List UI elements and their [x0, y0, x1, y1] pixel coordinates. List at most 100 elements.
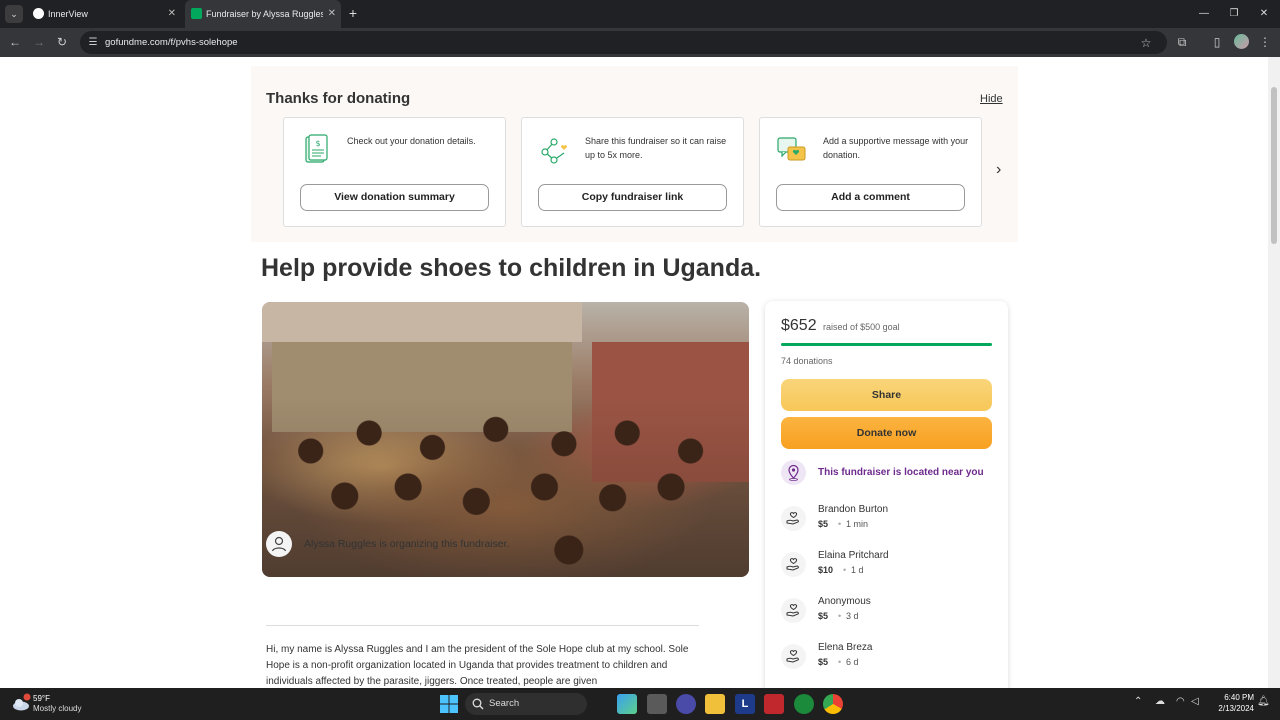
donor-amount: $5 — [818, 657, 829, 667]
reload-icon[interactable]: ↻ — [54, 34, 70, 50]
donor-item: Brandon Burton $5 • 1 min — [781, 504, 992, 536]
share-button[interactable]: Share — [781, 379, 992, 411]
search-icon — [472, 698, 484, 710]
location-pin-icon — [781, 460, 806, 485]
thanks-title: Thanks for donating — [266, 90, 411, 107]
windows-start-icon[interactable] — [439, 694, 459, 714]
donate-now-button[interactable]: Donate now — [781, 417, 992, 449]
task-view-icon[interactable] — [647, 694, 667, 714]
separator-dot: • — [838, 657, 842, 667]
tab-title: InnerView — [48, 9, 88, 19]
volume-icon[interactable]: ◁ — [1191, 696, 1199, 707]
raised-summary: $652 raised of $500 goal — [781, 317, 900, 335]
donor-item: Anonymous $5 • 3 d — [781, 596, 992, 628]
menu-kebab-icon[interactable]: ⋮ — [1257, 34, 1273, 50]
taskbar-search[interactable]: Search — [465, 693, 587, 715]
site-info-icon[interactable]: ☰ — [85, 35, 101, 51]
bookmark-star-icon[interactable]: ☆ — [1138, 35, 1154, 51]
donor-amount: $5 — [818, 611, 829, 621]
person-icon — [266, 531, 292, 557]
tab-innerview[interactable]: InnerView ✕ — [27, 0, 181, 28]
url-text: gofundme.com/f/pvhs-solehope — [105, 37, 238, 48]
donation-sidebar: $652 raised of $500 goal 74 donations Sh… — [765, 301, 1008, 688]
card-text: Check out your donation details. — [347, 136, 476, 146]
donation-hand-icon — [781, 506, 806, 531]
image-children-crowd — [262, 397, 749, 577]
chevron-up-icon[interactable]: ⌃ — [1134, 696, 1142, 707]
card-text: Share this fundraiser so it can raise up… — [585, 136, 727, 160]
progress-bar-fill — [781, 343, 992, 346]
tab-title: Fundraiser by Alyssa Ruggles : H — [206, 9, 323, 19]
raised-amount: $652 — [781, 317, 817, 334]
chrome-icon[interactable] — [823, 694, 843, 714]
thanks-panel: Thanks for donating Hide $ Check out you… — [251, 66, 1018, 242]
donation-hand-icon — [781, 552, 806, 577]
innerview-favicon-icon — [33, 8, 44, 19]
donor-amount: $5 — [818, 519, 829, 529]
maximize-icon[interactable]: ❐ — [1219, 0, 1249, 28]
notification-bell-icon[interactable]: 🔔︎ — [1257, 696, 1270, 707]
receipt-icon: $ — [305, 134, 328, 163]
cloudy-weather-icon[interactable] — [11, 693, 31, 713]
wifi-icon[interactable]: ◠ — [1176, 696, 1185, 707]
donor-name: Brandon Burton — [818, 504, 889, 515]
fundraiser-hero-image[interactable] — [262, 302, 749, 577]
clock-time[interactable]: 6:40 PM — [1214, 693, 1254, 702]
minimize-icon[interactable]: — — [1189, 0, 1219, 28]
goal-text: raised of $500 goal — [823, 322, 900, 332]
donation-hand-icon — [781, 598, 806, 623]
chevron-right-icon[interactable]: › — [996, 161, 1001, 179]
copilot-icon[interactable] — [617, 694, 637, 714]
copy-fundraiser-link-button[interactable]: Copy fundraiser link — [538, 184, 727, 211]
separator-dot: • — [838, 611, 842, 621]
close-window-icon[interactable]: ✕ — [1249, 0, 1279, 28]
side-panel-icon[interactable]: ▯ — [1209, 34, 1225, 50]
svg-text:$: $ — [315, 139, 320, 148]
profile-avatar[interactable] — [1234, 34, 1249, 49]
donor-item: Elaina Pritchard $10 • 1 d — [781, 550, 992, 582]
xbox-icon[interactable] — [794, 694, 814, 714]
close-tab-icon[interactable]: ✕ — [328, 0, 336, 28]
browser-tab-bar: ⌄ InnerView ✕ Fundraiser by Alyssa Ruggl… — [0, 0, 1280, 28]
page-scrollbar[interactable] — [1268, 57, 1280, 688]
chat-icon[interactable] — [676, 694, 696, 714]
address-bar[interactable]: ☰ gofundme.com/f/pvhs-solehope ☆ — [80, 31, 1167, 54]
app-l-icon[interactable]: L — [735, 694, 755, 714]
extensions-icon[interactable]: ⧉ — [1174, 34, 1190, 50]
donor-item: Elena Breza $5 • 6 d — [781, 642, 992, 674]
forward-icon[interactable]: → — [31, 34, 47, 50]
tab-search-button[interactable]: ⌄ — [5, 5, 23, 23]
donor-time: 3 d — [846, 611, 859, 621]
page-title: Help provide shoes to children in Uganda… — [261, 254, 762, 282]
hide-link[interactable]: Hide — [980, 93, 1003, 105]
file-explorer-icon[interactable] — [705, 694, 725, 714]
location-text: This fundraiser is located near you — [818, 467, 984, 478]
windows-taskbar: 59°F Mostly cloudy Search L ⌃ ☁ ◠ ◁ 6:40… — [0, 688, 1280, 720]
story-text: Hi, my name is Alyssa Ruggles and I am t… — [266, 644, 689, 687]
donation-hand-icon — [781, 644, 806, 669]
close-tab-icon[interactable]: ✕ — [168, 0, 176, 28]
add-comment-button[interactable]: Add a comment — [776, 184, 965, 211]
organizer-text: Alyssa Ruggles is organizing this fundra… — [304, 538, 510, 550]
new-tab-icon[interactable]: + — [346, 0, 360, 28]
weather-desc: Mostly cloudy — [33, 704, 82, 713]
search-label: Search — [489, 698, 520, 709]
onedrive-cloud-icon[interactable]: ☁ — [1155, 696, 1165, 707]
scrollbar-thumb[interactable] — [1271, 87, 1277, 244]
mcafee-icon[interactable] — [764, 694, 784, 714]
page-viewport: Thanks for donating Hide $ Check out you… — [0, 57, 1268, 688]
separator-dot: • — [843, 565, 847, 575]
tab-fundraiser[interactable]: Fundraiser by Alyssa Ruggles : H ✕ — [185, 0, 341, 28]
back-icon[interactable]: ← — [7, 34, 23, 50]
donation-summary-card: $ Check out your donation details. View … — [283, 117, 506, 227]
weather-temp: 59°F — [33, 694, 50, 703]
donations-count: 74 donations — [781, 356, 833, 366]
comment-bubbles-icon — [777, 137, 806, 161]
view-donation-summary-button[interactable]: View donation summary — [300, 184, 489, 211]
divider — [266, 625, 699, 626]
browser-toolbar: ← → ↻ ☰ gofundme.com/f/pvhs-solehope ☆ ⧉… — [0, 28, 1280, 57]
clock-date[interactable]: 2/13/2024 — [1208, 704, 1254, 713]
gofundme-favicon-icon — [191, 8, 202, 19]
donor-name: Anonymous — [818, 596, 871, 607]
share-fundraiser-card: Share this fundraiser so it can raise up… — [521, 117, 744, 227]
